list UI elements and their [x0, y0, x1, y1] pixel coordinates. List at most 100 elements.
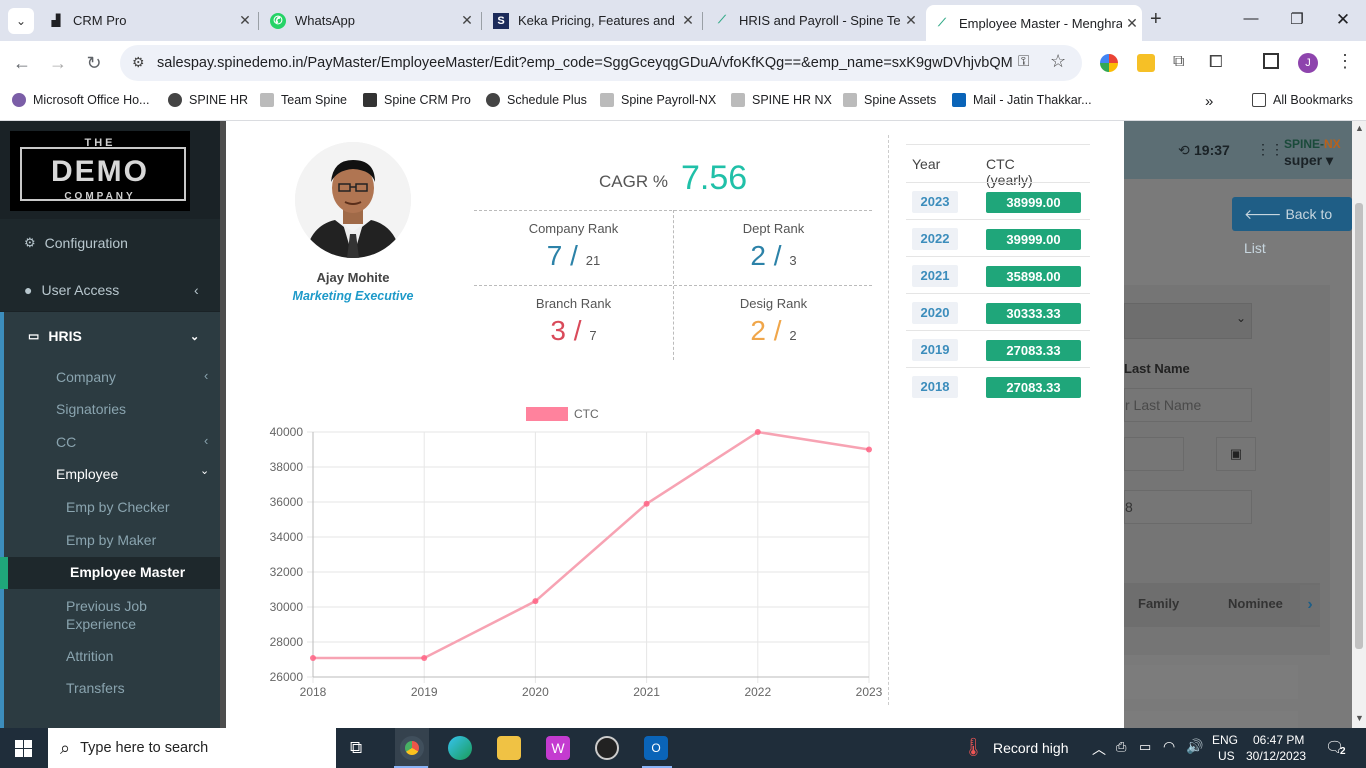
close-window-icon[interactable]: ✕: [1320, 10, 1366, 30]
tab-employee-master[interactable]: ⟋ Employee Master - Menghra ✕: [926, 5, 1142, 41]
bookmark-star-icon[interactable]: ☆: [1050, 51, 1066, 72]
bookmark-item[interactable]: Spine CRM Pro: [363, 93, 471, 107]
dept-rank: Dept Rank 2 / 3: [742, 221, 805, 271]
tab-whatsapp[interactable]: ✆ WhatsApp ✕: [262, 6, 477, 35]
taskbar-search[interactable]: ⌕ Type here to search: [48, 728, 336, 768]
sidebar-item-company[interactable]: Company: [56, 369, 116, 385]
close-tab-icon[interactable]: ✕: [1122, 15, 1142, 32]
address-bar[interactable]: ⚙ salespay.spinedemo.in/PayMaster/Employ…: [120, 45, 1082, 81]
sidebar-item-configuration[interactable]: ⚙ Configuration: [0, 235, 220, 251]
file-explorer-icon[interactable]: [497, 736, 521, 760]
profile-avatar[interactable]: J: [1298, 53, 1318, 73]
sidebar-item-transfers[interactable]: Transfers: [66, 680, 125, 696]
close-tab-icon[interactable]: ✕: [457, 12, 477, 29]
extension-icon[interactable]: ⧉: [1173, 53, 1184, 71]
text-input[interactable]: 8: [1124, 490, 1252, 524]
device-icon[interactable]: ⎙: [1116, 739, 1126, 755]
globe-icon: [486, 93, 500, 107]
new-tab-button[interactable]: +: [1150, 8, 1162, 31]
sidebar-item-previous-job-experience[interactable]: Previous Job Experience: [66, 597, 186, 633]
close-tab-icon[interactable]: ✕: [901, 12, 921, 29]
thermometer-icon: 🌡: [962, 737, 985, 757]
tab-crm-pro[interactable]: ▟ CRM Pro ✕: [40, 6, 255, 35]
chevron-down-icon: ⌄: [200, 465, 210, 477]
y-tick-label: 28000: [270, 635, 304, 649]
sidebar-item-user-access[interactable]: ● User Access ‹: [0, 282, 220, 298]
bookmark-item[interactable]: SPINE HR NX: [731, 93, 832, 107]
data-point: [421, 655, 428, 662]
table-row: 2021 35898.00: [906, 256, 1090, 293]
data-point: [643, 500, 650, 507]
minimize-icon[interactable]: —: [1228, 10, 1274, 27]
side-panel-icon[interactable]: [1263, 53, 1279, 69]
last-name-input[interactable]: r Last Name: [1124, 388, 1252, 422]
id-card-button[interactable]: ▣: [1216, 437, 1256, 471]
extension-icon[interactable]: [1100, 54, 1118, 72]
outlook-icon[interactable]: O: [644, 736, 668, 760]
branch-rank: Branch Rank 3 / 7: [535, 296, 612, 346]
bookmark-item[interactable]: Mail - Jatin Thakkar...: [952, 93, 1092, 107]
tab-family[interactable]: Family: [1138, 596, 1179, 611]
password-key-icon[interactable]: ⚿: [1018, 53, 1029, 70]
back-to-list-button[interactable]: 🡐 Back to List: [1232, 197, 1352, 256]
obs-icon[interactable]: [595, 736, 619, 760]
user-circle-icon: ●: [24, 282, 33, 298]
employee-designation: Marketing Executive: [292, 289, 414, 303]
scroll-thumb[interactable]: [1355, 203, 1363, 649]
edge-icon[interactable]: [448, 736, 472, 760]
apps-grid-icon[interactable]: ⋮⋮: [1256, 141, 1284, 158]
text-input[interactable]: [1124, 437, 1184, 471]
sidebar-item-hris[interactable]: ▭ HRIS ⌄: [0, 328, 220, 344]
site-info-icon[interactable]: ⚙: [132, 54, 145, 71]
all-bookmarks[interactable]: All Bookmarks: [1252, 93, 1353, 107]
sidebar-item-signatories[interactable]: Signatories: [56, 401, 126, 417]
bookmarks-bar: Microsoft Office Ho... SPINE HR Team Spi…: [0, 85, 1366, 121]
volume-icon[interactable]: 🔊: [1186, 738, 1203, 755]
chevron-down-icon: ⌄: [1236, 311, 1247, 325]
chevron-up-icon[interactable]: ︿: [1092, 739, 1106, 759]
tab-nominee[interactable]: Nominee: [1228, 596, 1283, 611]
task-view-icon[interactable]: ⧉: [350, 738, 362, 758]
wifi-icon[interactable]: ◠: [1163, 738, 1175, 755]
spine-icon: [843, 93, 857, 107]
bookmark-item[interactable]: Spine Payroll-NX: [600, 93, 716, 107]
scroll-up-icon[interactable]: ▲: [1355, 123, 1364, 133]
sidebar-item-emp-by-maker[interactable]: Emp by Maker: [66, 532, 156, 548]
restore-icon[interactable]: ❐: [1274, 10, 1320, 28]
sidebar-item-emp-by-checker[interactable]: Emp by Checker: [66, 499, 169, 515]
page-scrollbar[interactable]: ▲ ▼: [1352, 121, 1366, 728]
windows-start-icon[interactable]: [15, 740, 32, 757]
x-tick-label: 2020: [522, 685, 549, 699]
extensions-puzzle-icon[interactable]: ⧠: [1209, 52, 1223, 72]
more-bookmarks-icon[interactable]: »: [1205, 93, 1213, 110]
tab-search-button[interactable]: ⌄: [8, 8, 34, 34]
wps-office-icon[interactable]: W: [546, 736, 570, 760]
close-tab-icon[interactable]: ✕: [235, 12, 255, 29]
cagr-value: 7.56: [681, 159, 748, 197]
back-icon[interactable]: ←: [10, 53, 34, 74]
bookmark-item[interactable]: Team Spine: [260, 93, 347, 107]
bookmark-item[interactable]: Microsoft Office Ho...: [12, 93, 149, 107]
sidebar-item-employee[interactable]: Employee: [56, 466, 118, 482]
bookmark-item[interactable]: SPINE HR: [168, 93, 248, 107]
battery-icon[interactable]: ▭: [1139, 739, 1151, 755]
legend-swatch: [526, 407, 568, 421]
sidebar-item-attrition[interactable]: Attrition: [66, 648, 113, 664]
menu-kebab-icon[interactable]: ⋮: [1336, 51, 1354, 72]
close-tab-icon[interactable]: ✕: [678, 12, 698, 29]
dropdown-select[interactable]: [1124, 303, 1252, 339]
user-menu[interactable]: super ▾: [1284, 152, 1333, 169]
tab-keka[interactable]: S Keka Pricing, Features and P ✕: [485, 6, 698, 35]
url-text[interactable]: salespay.spinedemo.in/PayMaster/Employee…: [157, 55, 1012, 71]
chevron-right-icon[interactable]: ›: [1300, 585, 1320, 625]
extension-icon[interactable]: [1137, 54, 1155, 72]
avatar: [295, 142, 411, 258]
bookmark-item[interactable]: Spine Assets: [843, 93, 936, 107]
bookmark-item[interactable]: Schedule Plus: [486, 93, 587, 107]
sidebar-item-cc[interactable]: CC: [56, 434, 76, 450]
scroll-down-icon[interactable]: ▼: [1355, 713, 1364, 723]
tab-hris-payroll[interactable]: ⟋ HRIS and Payroll - Spine Tec ✕: [706, 6, 921, 35]
reload-icon[interactable]: ↻: [82, 53, 106, 74]
forward-icon[interactable]: →: [46, 53, 70, 74]
sidebar-item-employee-master[interactable]: Employee Master: [70, 564, 185, 580]
